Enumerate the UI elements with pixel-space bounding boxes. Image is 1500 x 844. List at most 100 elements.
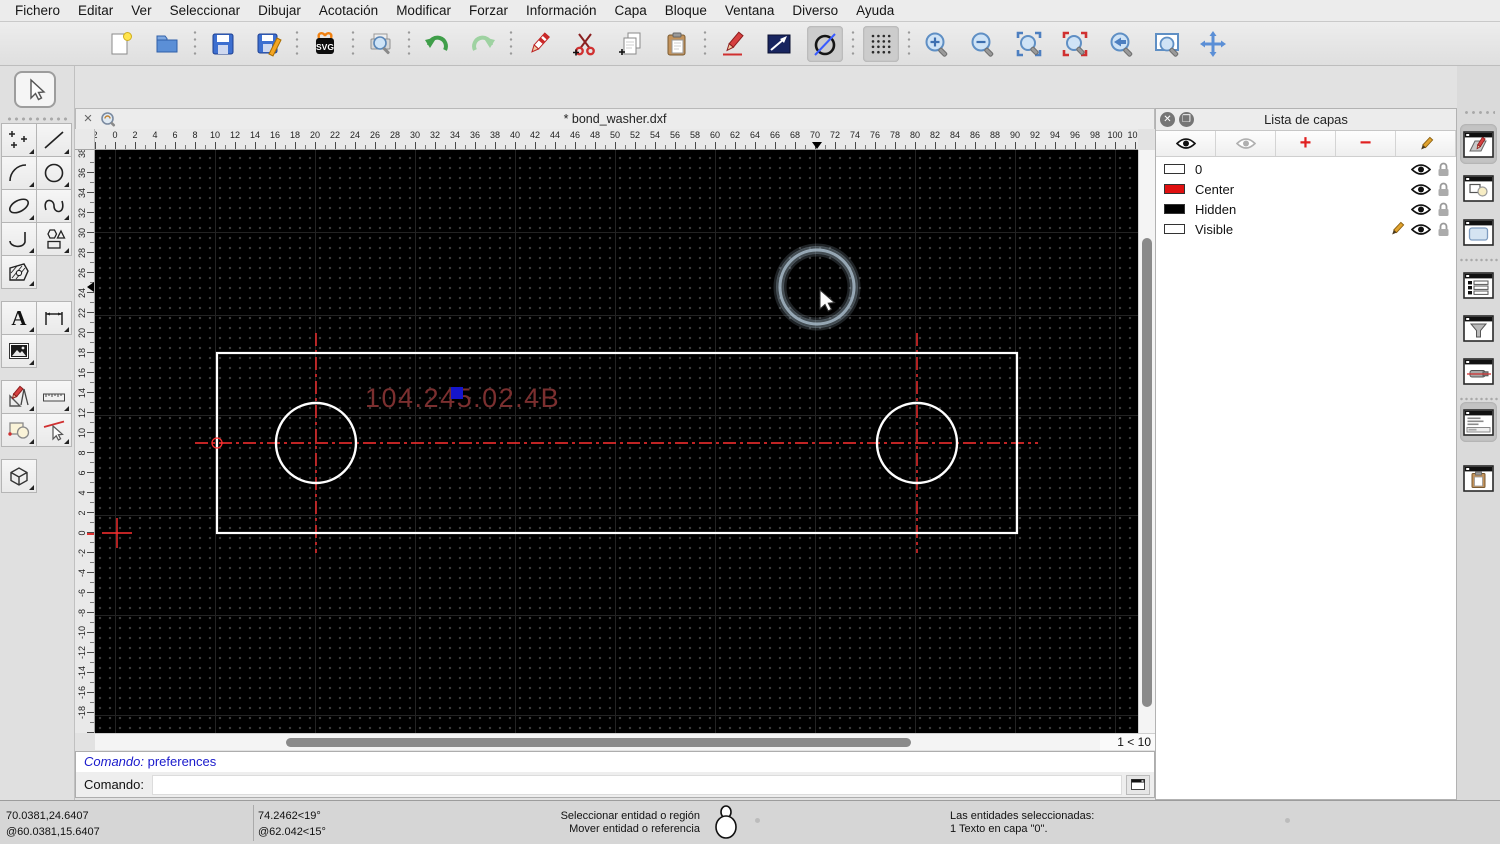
show-all-layers-button[interactable]: [1156, 131, 1216, 156]
mouse-cursor[interactable]: [819, 288, 836, 312]
zoom-window-button[interactable]: [1149, 26, 1185, 62]
grid-toggle-button[interactable]: [863, 25, 899, 62]
layer-visibility-icon[interactable]: [1411, 163, 1431, 176]
palette-drag-handle[interactable]: [6, 116, 68, 122]
copy-button[interactable]: [613, 26, 649, 62]
layer-color-swatch[interactable]: [1164, 184, 1185, 194]
draw-pencil-button[interactable]: [715, 26, 751, 62]
layer-color-swatch[interactable]: [1164, 164, 1185, 174]
menu-informacion[interactable]: Información: [517, 0, 606, 22]
menu-bloque[interactable]: Bloque: [656, 0, 716, 22]
dock-pen-palette-toggle[interactable]: [1460, 351, 1497, 391]
spline-tool-button[interactable]: [36, 189, 72, 223]
add-layer-button[interactable]: +: [1276, 131, 1336, 156]
export-svg-button[interactable]: SVG: [307, 26, 343, 62]
menu-fichero[interactable]: Fichero: [6, 0, 69, 22]
zoom-in-button[interactable]: [919, 26, 955, 62]
text-tool-button[interactable]: A: [1, 301, 37, 335]
layer-row-center[interactable]: Center: [1156, 179, 1456, 199]
layer-lock-icon[interactable]: [1437, 202, 1450, 217]
menu-ventana[interactable]: Ventana: [716, 0, 784, 22]
erase-button[interactable]: [521, 26, 557, 62]
menu-seleccionar[interactable]: Seleccionar: [161, 0, 250, 22]
zoom-auto-button[interactable]: [1011, 26, 1047, 62]
polyline-tool-button[interactable]: [1, 222, 37, 256]
menu-diverso[interactable]: Diverso: [783, 0, 847, 22]
highlighted-circle-ring-1[interactable]: [776, 246, 858, 328]
layer-row-visible[interactable]: Visible: [1156, 219, 1456, 239]
highlighted-circle-ring-4[interactable]: [783, 253, 851, 321]
line-tool-button[interactable]: [36, 123, 72, 157]
vertical-scrollbar-thumb[interactable]: [1142, 238, 1152, 707]
vertical-scrollbar[interactable]: [1138, 150, 1155, 733]
selection-handle[interactable]: [451, 387, 463, 399]
select-arrow-tool[interactable]: [14, 71, 56, 108]
circle-tool-button[interactable]: [807, 25, 843, 62]
zoom-pan-button[interactable]: [1195, 26, 1231, 62]
zoom-current-button[interactable]: [1057, 26, 1093, 62]
command-input[interactable]: [151, 774, 1122, 795]
layer-visibility-icon[interactable]: [1411, 223, 1431, 236]
dock-clipboard-toggle[interactable]: [1460, 458, 1497, 498]
polygon-tool-button[interactable]: [36, 222, 72, 256]
modify-tool-button[interactable]: [1, 380, 37, 414]
paste-button[interactable]: [659, 26, 695, 62]
layer-lock-icon[interactable]: [1437, 182, 1450, 197]
new-document-button[interactable]: [103, 26, 139, 62]
dock-entity-list-toggle[interactable]: [1460, 265, 1497, 305]
layer-lock-icon[interactable]: [1437, 162, 1450, 177]
menu-modificar[interactable]: Modificar: [387, 0, 460, 22]
dock-command-line-toggle[interactable]: [1460, 402, 1497, 442]
layer-color-swatch[interactable]: [1164, 224, 1185, 234]
save-as-button[interactable]: [251, 26, 287, 62]
image-tool-button[interactable]: [1, 334, 37, 368]
menu-capa[interactable]: Capa: [606, 0, 656, 22]
cube-3d-tool-button[interactable]: [1, 459, 37, 493]
layer-visibility-icon[interactable]: [1411, 203, 1431, 216]
cut-button[interactable]: [567, 26, 603, 62]
layer-row-0[interactable]: 0: [1156, 159, 1456, 179]
highlighted-circle-ring-3[interactable]: [781, 251, 853, 323]
circle-tool-button[interactable]: [36, 156, 72, 190]
menu-forzar[interactable]: Forzar: [460, 0, 517, 22]
zoom-previous-button[interactable]: [1103, 26, 1139, 62]
drawing-canvas[interactable]: 104.245.02.4B: [95, 150, 1138, 733]
open-file-button[interactable]: [149, 26, 185, 62]
menu-editar[interactable]: Editar: [69, 0, 122, 22]
layer-color-swatch[interactable]: [1164, 204, 1185, 214]
zoom-out-button[interactable]: [965, 26, 1001, 62]
block-tool-button[interactable]: [1, 413, 37, 447]
dock-layer-filter-toggle[interactable]: [1460, 308, 1497, 348]
hatch-tool-button[interactable]: [1, 255, 37, 289]
dock-block-list-toggle[interactable]: [1460, 168, 1497, 208]
remove-layer-button[interactable]: −: [1336, 131, 1396, 156]
menu-ayuda[interactable]: Ayuda: [847, 0, 903, 22]
line-tool-button[interactable]: [761, 26, 797, 62]
dimension-tool-button[interactable]: [36, 301, 72, 335]
measure-tool-button[interactable]: [36, 380, 72, 414]
origin-cross[interactable]: [102, 518, 132, 548]
dock-strip-handle[interactable]: [1463, 110, 1495, 115]
menu-acotacion[interactable]: Acotación: [310, 0, 387, 22]
menu-dibujar[interactable]: Dibujar: [249, 0, 310, 22]
print-preview-button[interactable]: [363, 26, 399, 62]
hide-all-layers-button[interactable]: [1216, 131, 1276, 156]
dock-layer-list-toggle[interactable]: [1460, 124, 1497, 164]
ellipse-tool-button[interactable]: [1, 189, 37, 223]
layer-row-hidden[interactable]: Hidden: [1156, 199, 1456, 219]
edit-layer-button[interactable]: [1396, 131, 1456, 156]
dock-library-browser-toggle[interactable]: [1460, 212, 1497, 252]
redo-button[interactable]: [465, 26, 501, 62]
horizontal-scrollbar[interactable]: [95, 733, 1100, 750]
select-entity-tool-button[interactable]: [36, 413, 72, 447]
horizontal-scrollbar-thumb[interactable]: [286, 738, 911, 747]
arc-tool-button[interactable]: [1, 156, 37, 190]
undo-button[interactable]: [419, 26, 455, 62]
layer-lock-icon[interactable]: [1437, 222, 1450, 237]
command-detach-button[interactable]: [1126, 774, 1150, 795]
layer-visibility-icon[interactable]: [1411, 183, 1431, 196]
points-tool-button[interactable]: [1, 123, 37, 157]
highlighted-circle-ring-2[interactable]: [778, 248, 856, 326]
highlighted-circle-ring-0[interactable]: [773, 243, 861, 331]
menu-ver[interactable]: Ver: [122, 0, 160, 22]
